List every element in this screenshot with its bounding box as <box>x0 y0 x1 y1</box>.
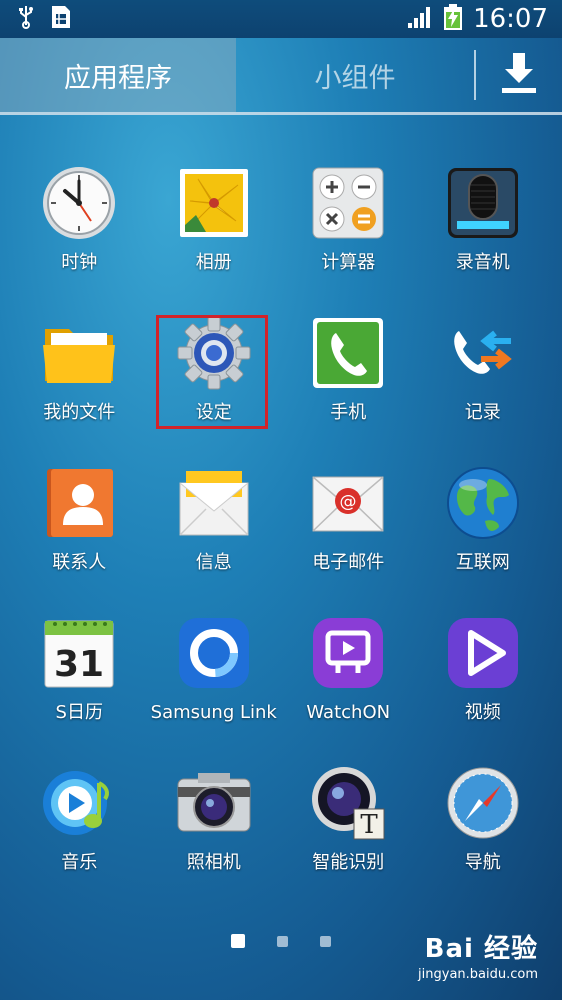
download-button[interactable] <box>476 38 562 112</box>
app-label: 音乐 <box>61 852 98 873</box>
music-icon <box>41 765 117 841</box>
app-label: 计算器 <box>321 252 376 273</box>
app-optical-reader[interactable]: T 智能识别 <box>281 765 416 915</box>
sim-card-icon <box>50 4 72 34</box>
app-label: 互联网 <box>455 552 510 573</box>
app-internet[interactable]: 互联网 <box>416 465 551 615</box>
app-label: 我的文件 <box>43 402 116 423</box>
call-log-icon <box>445 315 521 391</box>
app-video[interactable]: 视频 <box>416 615 551 765</box>
app-camera[interactable]: 照相机 <box>147 765 282 915</box>
app-my-files[interactable]: 我的文件 <box>12 315 147 465</box>
app-email[interactable]: @ 电子邮件 <box>281 465 416 615</box>
app-phone[interactable]: 手机 <box>281 315 416 465</box>
page-dot-1[interactable] <box>231 934 245 948</box>
app-label: 手机 <box>330 402 367 423</box>
battery-charging-icon <box>443 3 463 35</box>
app-navigation[interactable]: 导航 <box>416 765 551 915</box>
baidu-jingyan-watermark: Bai 经验 jingyan.baidu.com <box>418 928 538 982</box>
clock-icon <box>41 165 117 241</box>
app-label: 电子邮件 <box>312 552 385 573</box>
app-contacts[interactable]: 联系人 <box>12 465 147 615</box>
calculator-icon <box>310 165 386 241</box>
app-voice-recorder[interactable]: 录音机 <box>416 165 551 315</box>
contacts-icon <box>41 465 117 541</box>
app-calculator[interactable]: 计算器 <box>281 165 416 315</box>
tab-apps[interactable]: 应用程序 <box>0 38 236 112</box>
app-label: 信息 <box>195 552 232 573</box>
tab-widgets[interactable]: 小组件 <box>236 38 474 112</box>
app-label: WatchON <box>306 702 391 723</box>
watchon-icon <box>310 615 386 691</box>
optical-reader-letter: T <box>361 810 379 840</box>
watermark-url: jingyan.baidu.com <box>418 967 538 982</box>
page-dot-3[interactable] <box>320 935 331 947</box>
phone-icon <box>310 315 386 391</box>
globe-icon <box>445 465 521 541</box>
app-label: 记录 <box>464 402 501 423</box>
app-music[interactable]: 音乐 <box>12 765 147 915</box>
app-s-calendar[interactable]: 31 S日历 <box>12 615 147 765</box>
gallery-icon <box>176 165 252 241</box>
app-gallery[interactable]: 相册 <box>147 165 282 315</box>
clock-time: 16:07 <box>473 4 548 34</box>
download-icon <box>500 51 538 99</box>
compass-icon <box>445 765 521 841</box>
signal-icon <box>407 5 433 33</box>
app-label: 联系人 <box>52 552 107 573</box>
voice-recorder-icon <box>445 165 521 241</box>
app-label: 相册 <box>195 252 232 273</box>
camera-icon <box>176 765 252 841</box>
app-label: 时钟 <box>61 252 98 273</box>
tab-bar: 应用程序 小组件 <box>0 38 562 115</box>
page-dot-2[interactable] <box>277 935 288 947</box>
samsung-link-icon <box>176 615 252 691</box>
app-label: 照相机 <box>186 852 241 873</box>
calendar-day-number: 31 <box>54 644 104 685</box>
app-label: 智能识别 <box>312 852 385 873</box>
settings-highlight-box <box>156 315 268 429</box>
svg-text:@: @ <box>340 492 357 512</box>
app-label: Samsung Link <box>150 702 277 723</box>
app-label: 录音机 <box>455 252 510 273</box>
calendar-icon: 31 <box>41 615 117 691</box>
app-samsung-link[interactable]: Samsung Link <box>147 615 282 765</box>
app-label: S日历 <box>55 702 103 723</box>
optical-reader-icon: T <box>310 765 386 841</box>
watermark-brand: Bai 经验 <box>424 934 538 964</box>
app-label: 视频 <box>464 702 501 723</box>
email-icon: @ <box>310 465 386 541</box>
app-clock[interactable]: 时钟 <box>12 165 147 315</box>
app-watchon[interactable]: WatchON <box>281 615 416 765</box>
app-messages[interactable]: 信息 <box>147 465 282 615</box>
app-call-log[interactable]: 记录 <box>416 315 551 465</box>
app-label: 导航 <box>464 852 501 873</box>
folder-icon <box>41 315 117 391</box>
usb-icon <box>18 5 34 33</box>
status-bar: 16:07 <box>0 0 562 38</box>
video-icon <box>445 615 521 691</box>
app-grid: 时钟 相册 计算器 录音机 我的文件 设定 手机 记录 联系人 信息 @ 电子邮… <box>12 165 550 915</box>
messages-icon <box>176 465 252 541</box>
